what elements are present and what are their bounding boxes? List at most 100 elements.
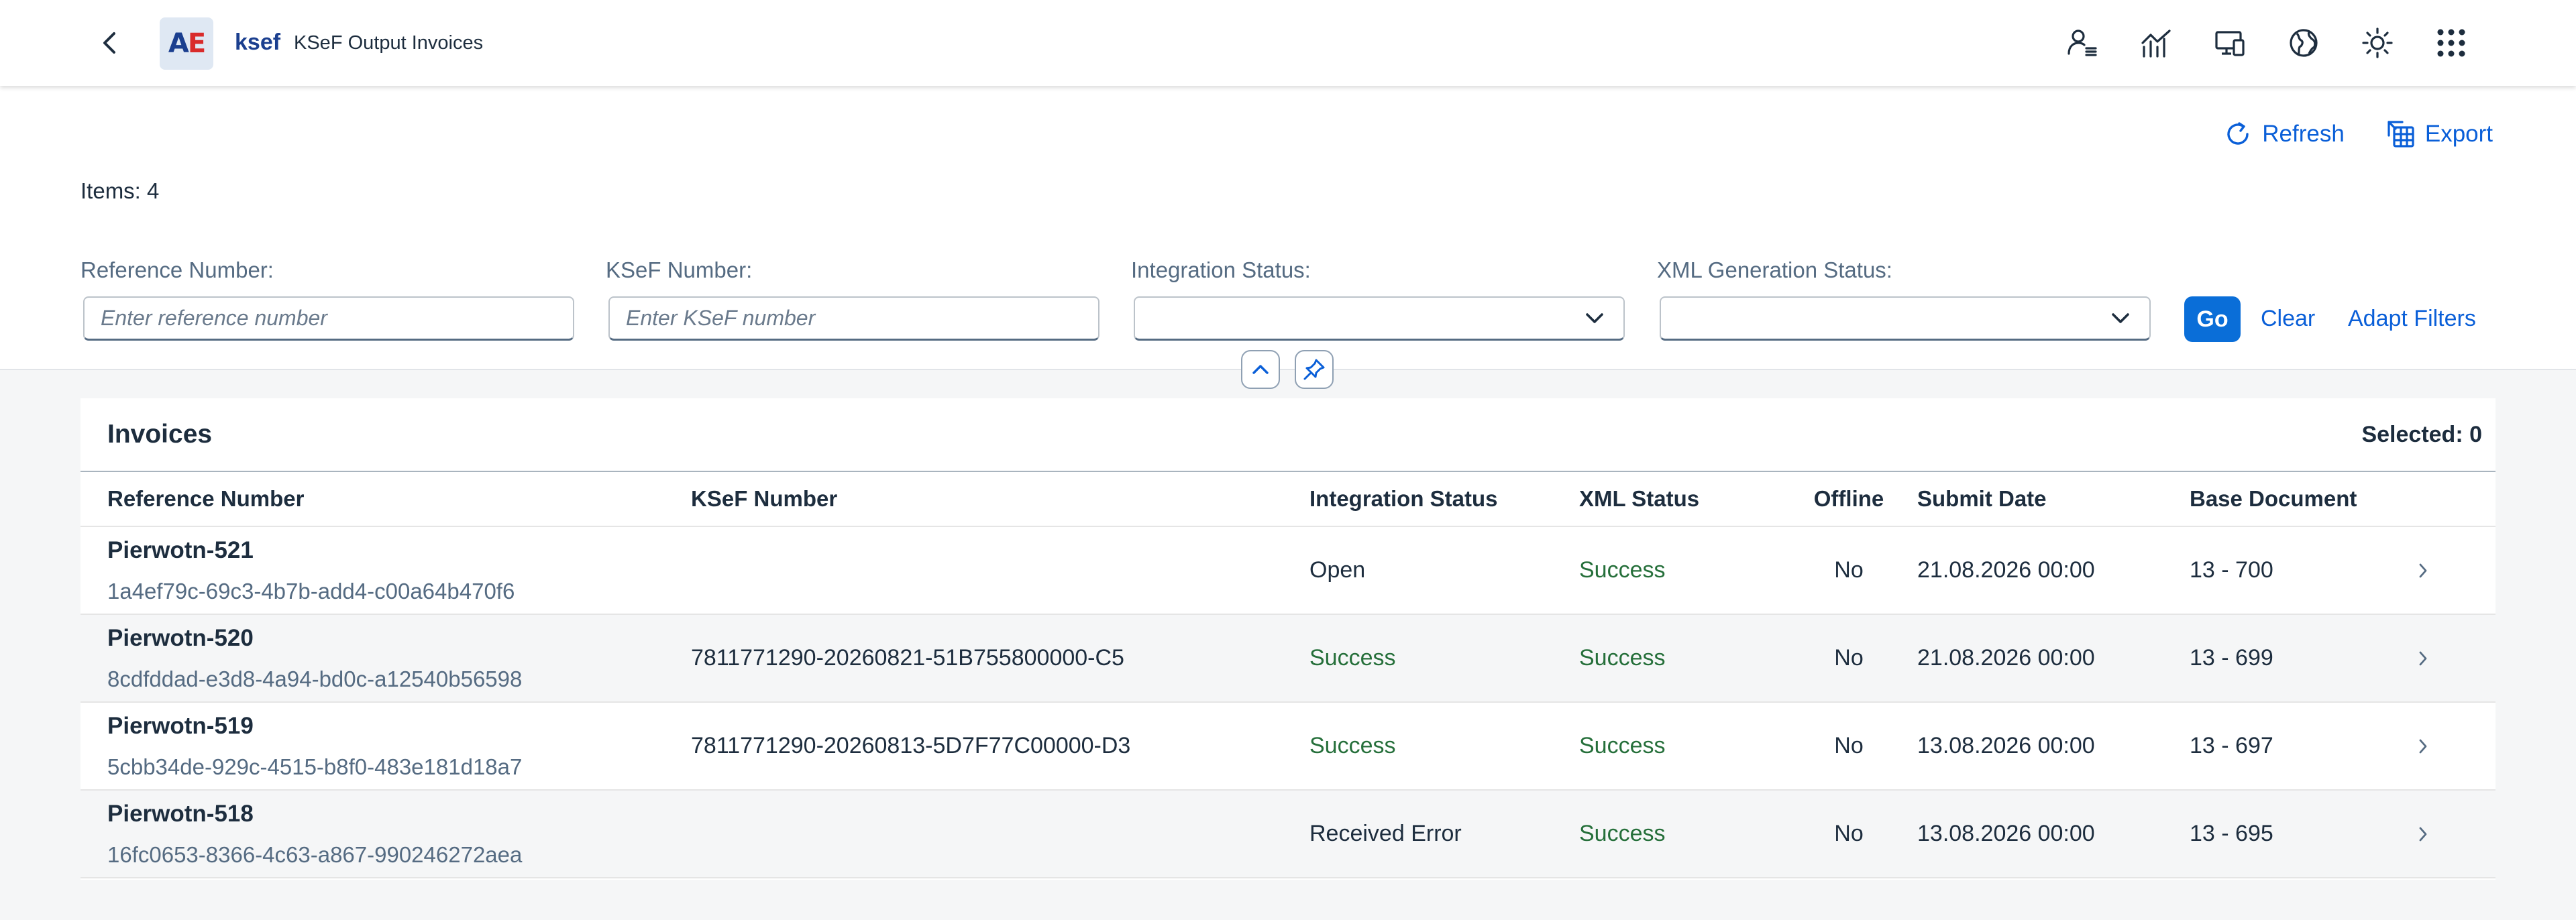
table-title: Invoices (107, 420, 213, 449)
reference-guid: 16fc0653-8366-4c63-a867-990246272aea (107, 842, 523, 867)
chevron-down-icon (2112, 312, 2129, 323)
refresh-button[interactable]: Refresh (2223, 119, 2345, 149)
column-header-ksef[interactable]: KSeF Number (691, 486, 1309, 512)
xml-status: Success (1579, 557, 1666, 583)
integration-status: Received Error (1309, 821, 1462, 846)
integration-status-select[interactable] (1134, 296, 1625, 341)
header-toggles (1241, 350, 1334, 389)
header-actions: Refresh Export (2223, 119, 2493, 149)
reference-guid: 8cdfddad-e3d8-4a94-bd0c-a12540b56598 (107, 666, 523, 691)
xml-status: Success (1579, 645, 1666, 671)
invoices-table: Invoices Selected: 0 Reference Number KS… (80, 398, 2496, 880)
table-row[interactable]: Pierwotn-519 5cbb34de-929c-4515-b8f0-483… (80, 703, 2496, 791)
reference-filter-label: Reference Number: (80, 257, 274, 282)
user-settings-icon[interactable] (2065, 25, 2100, 60)
xml-filter: XML Generation Status: (1657, 257, 2151, 341)
reference-guid: 1a4ef79c-69c3-4b7b-add4-c00a64b470f6 (107, 578, 515, 603)
theme-icon[interactable] (2360, 25, 2395, 60)
xml-filter-label: XML Generation Status: (1657, 257, 1892, 282)
pin-header-button[interactable] (1295, 350, 1334, 389)
logo-mark: AE (168, 28, 206, 59)
offline-value: No (1834, 557, 1864, 583)
xml-status-select[interactable] (1660, 296, 2151, 341)
app-name: ksef (235, 30, 281, 55)
shell-actions (2065, 25, 2469, 60)
analytics-icon[interactable] (2139, 25, 2174, 60)
submit-date: 21.08.2026 00:00 (1917, 645, 2095, 671)
integration-status: Success (1309, 733, 1396, 758)
shell-bar: AE ksef KSeF Output Invoices (0, 0, 2576, 86)
reference-number: Pierwotn-519 (107, 712, 254, 739)
chevron-right-icon (2419, 651, 2427, 665)
chevron-down-icon (1586, 312, 1603, 323)
table-row[interactable]: Pierwotn-521 1a4ef79c-69c3-4b7b-add4-c00… (80, 527, 2496, 615)
company-logo[interactable]: AE (160, 17, 213, 70)
column-header-integration[interactable]: Integration Status (1309, 486, 1579, 512)
chevron-right-icon (2419, 827, 2427, 841)
pin-icon (1303, 359, 1325, 380)
offline-value: No (1834, 645, 1864, 671)
globe-icon[interactable] (2286, 25, 2321, 60)
page-title: KSeF Output Invoices (294, 32, 484, 54)
reference-cell: Pierwotn-518 16fc0653-8366-4c63-a867-990… (80, 801, 691, 868)
reference-number: Pierwotn-520 (107, 624, 254, 651)
ksef-number-input[interactable] (608, 296, 1099, 341)
ksef-filter-label: KSeF Number: (606, 257, 753, 282)
xml-status: Success (1579, 821, 1666, 846)
base-document: 13 - 695 (2190, 821, 2273, 846)
reference-cell: Pierwotn-521 1a4ef79c-69c3-4b7b-add4-c00… (80, 537, 691, 604)
reference-cell: Pierwotn-519 5cbb34de-929c-4515-b8f0-483… (80, 713, 691, 780)
export-label: Export (2424, 121, 2493, 147)
chevron-right-icon (2419, 563, 2427, 577)
submit-date: 21.08.2026 00:00 (1917, 557, 2095, 583)
chevron-up-icon (1252, 365, 1269, 374)
base-document: 13 - 697 (2190, 733, 2273, 758)
submit-date: 13.08.2026 00:00 (1917, 733, 2095, 758)
adapt-filters-button[interactable]: Adapt Filters (2348, 306, 2476, 332)
xml-status: Success (1579, 733, 1666, 758)
ksef-number: 7811771290-20260813-5D7F77C00000-D3 (691, 733, 1131, 758)
ksef-filter: KSeF Number: (606, 257, 1099, 341)
reference-filter: Reference Number: (80, 257, 574, 341)
device-icon[interactable] (2212, 25, 2247, 60)
table-toolbar: Invoices Selected: 0 (80, 398, 2496, 472)
integration-filter: Integration Status: (1131, 257, 1625, 341)
collapse-header-button[interactable] (1241, 350, 1280, 389)
chevron-right-icon (2419, 739, 2427, 753)
integration-status: Success (1309, 645, 1396, 671)
refresh-label: Refresh (2262, 121, 2345, 147)
reference-guid: 5cbb34de-929c-4515-b8f0-483e181d18a7 (107, 754, 523, 779)
row-navigation[interactable] (2418, 738, 2496, 755)
row-navigation[interactable] (2418, 650, 2496, 667)
reference-number: Pierwotn-518 (107, 800, 254, 827)
app-grid-icon[interactable] (2434, 25, 2469, 60)
clear-button[interactable]: Clear (2261, 306, 2315, 332)
row-navigation[interactable] (2418, 562, 2496, 579)
integration-status: Open (1309, 557, 1366, 583)
table-row[interactable]: Pierwotn-518 16fc0653-8366-4c63-a867-990… (80, 791, 2496, 878)
column-header-reference[interactable]: Reference Number (80, 486, 691, 512)
base-document: 13 - 699 (2190, 645, 2273, 671)
column-header-xml[interactable]: XML Status (1579, 486, 1780, 512)
submit-date: 13.08.2026 00:00 (1917, 821, 2095, 846)
export-button[interactable]: Export (2386, 119, 2493, 149)
base-document: 13 - 700 (2190, 557, 2273, 583)
table-row[interactable]: Pierwotn-520 8cdfddad-e3d8-4a94-bd0c-a12… (80, 615, 2496, 703)
row-navigation[interactable] (2418, 825, 2496, 843)
table-header: Reference Number KSeF Number Integration… (80, 472, 2496, 527)
go-button[interactable]: Go (2184, 296, 2241, 342)
column-header-offline[interactable]: Offline (1780, 486, 1917, 512)
column-header-base-document[interactable]: Base Document (2190, 486, 2418, 512)
column-header-submit-date[interactable]: Submit Date (1917, 486, 2190, 512)
refresh-icon (2227, 122, 2249, 145)
export-icon (2387, 121, 2414, 148)
integration-filter-label: Integration Status: (1131, 257, 1311, 282)
reference-number-input[interactable] (83, 296, 574, 341)
reference-cell: Pierwotn-520 8cdfddad-e3d8-4a94-bd0c-a12… (80, 625, 691, 692)
chevron-left-icon[interactable] (94, 27, 126, 59)
ksef-number: 7811771290-20260821-51B755800000-C5 (691, 645, 1124, 671)
selected-count: Selected: 0 (2361, 421, 2482, 447)
items-count: Items: 4 (80, 178, 160, 203)
offline-value: No (1834, 733, 1864, 758)
reference-number: Pierwotn-521 (107, 536, 254, 563)
